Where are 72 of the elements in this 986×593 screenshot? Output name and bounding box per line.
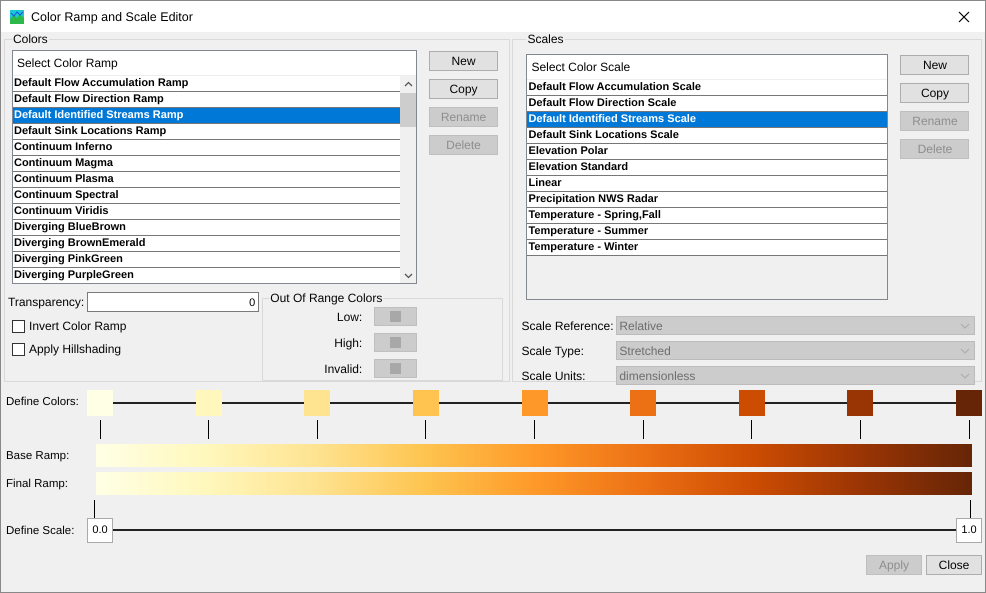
color-stop-swatch[interactable] (630, 390, 656, 416)
list-action-button[interactable]: New (900, 55, 970, 75)
color-stop-swatch[interactable] (847, 390, 874, 416)
list-header: Select Color Scale (527, 55, 888, 80)
chevron-down-icon (960, 372, 970, 378)
color-picker-button[interactable] (374, 333, 418, 352)
color-stop-swatch[interactable] (522, 390, 548, 416)
checkbox[interactable] (12, 320, 25, 332)
transparency-label: Transparency: (8, 295, 84, 309)
terrain-icon (10, 10, 24, 24)
scale-min-field[interactable]: 0.0 (87, 518, 113, 543)
list-action-button[interactable]: Copy (900, 83, 970, 103)
checkbox[interactable] (12, 342, 25, 356)
color-label: Low: (336, 310, 364, 324)
list-item[interactable]: Default Flow Accumulation Ramp (13, 76, 400, 92)
checkbox-label: Apply Hillshading (29, 342, 122, 356)
window-title: Color Ramp and Scale Editor (31, 10, 194, 24)
list-item[interactable]: Default Sink Locations Scale (527, 128, 888, 144)
dialog-button[interactable]: Close (926, 555, 982, 575)
transparency-field[interactable]: 0 (87, 292, 260, 312)
color-stop-swatch[interactable] (304, 390, 330, 416)
scale-max-field[interactable]: 1.0 (956, 518, 982, 543)
list-item[interactable]: Default Flow Direction Scale (527, 96, 888, 112)
field-label: Scale Units: (521, 368, 587, 382)
list-item[interactable]: Elevation Polar (527, 144, 888, 160)
list-item[interactable]: Default Sink Locations Ramp (13, 124, 400, 140)
checkbox-label: Invert Color Ramp (29, 319, 126, 333)
scroll-thumb[interactable] (400, 93, 416, 127)
base-ramp-label: Base Ramp: (5, 450, 70, 462)
final-ramp-label: Final Ramp: (5, 478, 69, 490)
chevron-down-icon (960, 348, 970, 354)
list-item[interactable]: Temperature - Winter (527, 240, 888, 256)
list-item[interactable]: Default Identified Streams Ramp (13, 108, 400, 124)
color-picker-button[interactable] (374, 359, 418, 378)
group-legend: Colors (12, 32, 49, 46)
list-item[interactable]: Temperature - Spring,Fall (527, 208, 888, 224)
field-label: Scale Type: (521, 344, 585, 358)
list-item[interactable]: Continuum Magma (13, 156, 400, 172)
define-scale-label: Define Scale: (5, 524, 76, 536)
list-item[interactable]: Default Flow Direction Ramp (13, 92, 400, 108)
color-label: Invalid: (323, 362, 364, 376)
list-action-button[interactable]: New (429, 51, 498, 71)
color-stop-swatch[interactable] (196, 390, 222, 416)
list-item[interactable]: Diverging PinkGreen (13, 252, 400, 268)
list-item[interactable]: Diverging BrownEmerald (13, 236, 400, 252)
list-item[interactable]: Continuum Spectral (13, 188, 400, 204)
list-item[interactable]: Precipitation NWS Radar (527, 192, 888, 208)
list-item[interactable]: Default Flow Accumulation Scale (527, 80, 888, 96)
close-icon[interactable] (958, 10, 970, 22)
list-item[interactable]: Diverging BlueBrown (13, 220, 400, 236)
list-item[interactable]: Linear (527, 176, 888, 192)
color-stop-swatch[interactable] (87, 390, 113, 416)
color-label: High: (333, 336, 364, 350)
group-legend: Scales (526, 32, 565, 46)
color-stop-swatch[interactable] (738, 390, 765, 416)
list-item[interactable]: Continuum Plasma (13, 172, 400, 188)
list-item[interactable]: Default Identified Streams Scale (527, 112, 888, 128)
color-stop-swatch[interactable] (956, 390, 982, 416)
scroll-up-icon[interactable] (404, 81, 412, 87)
list-item[interactable]: Continuum Viridis (13, 204, 400, 220)
scrollbar[interactable] (400, 76, 416, 283)
field-label: Scale Reference: (521, 318, 615, 332)
list-action-button[interactable]: Copy (429, 79, 498, 99)
color-picker-button[interactable] (374, 307, 418, 326)
list-item[interactable]: Temperature - Summer (527, 224, 888, 240)
color-stop-swatch[interactable] (412, 390, 439, 416)
chevron-down-icon (960, 322, 970, 328)
list-item[interactable]: Elevation Standard (527, 160, 888, 176)
scroll-down-icon[interactable] (404, 273, 412, 279)
group-legend: Out Of Range Colors (269, 291, 384, 305)
define-colors-label: Define Colors: (5, 396, 80, 408)
list-item[interactable]: Continuum Inferno (13, 140, 400, 156)
